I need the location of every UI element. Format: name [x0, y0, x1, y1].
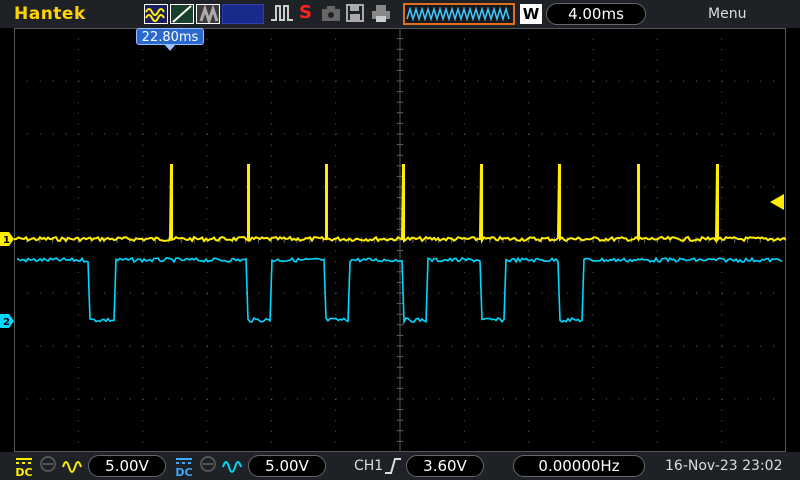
trigger-level-marker-icon[interactable]: [770, 194, 784, 210]
ch1-marker-label: 1: [3, 235, 10, 246]
print-icon[interactable]: [370, 3, 392, 27]
acquisition-mode-badge[interactable]: W: [520, 4, 542, 24]
save-icon[interactable]: [345, 3, 365, 27]
ch2-bandwidth-icon[interactable]: [198, 455, 218, 477]
trigger-position-readout[interactable]: 22.80ms: [136, 28, 204, 45]
ch1-coupling-label: DC: [15, 466, 33, 479]
timebase-value[interactable]: 4.00ms: [546, 3, 646, 25]
ch1-bandwidth-icon[interactable]: [38, 455, 58, 477]
slope-icon[interactable]: [170, 4, 194, 24]
ch2-marker-icon[interactable]: 2: [0, 314, 14, 328]
screenshot-icon[interactable]: [320, 3, 342, 27]
ch2-probe-icon[interactable]: [222, 455, 244, 477]
ch1-probe-icon[interactable]: [62, 455, 84, 477]
ch1-marker-icon[interactable]: 1: [0, 232, 14, 246]
brand-logo: Hantek: [14, 4, 86, 24]
ch2-volts-div[interactable]: 5.00V: [248, 455, 326, 477]
ch1-volts-div[interactable]: 5.00V: [88, 455, 166, 477]
roll-icon[interactable]: [196, 4, 220, 26]
stop-icon[interactable]: S: [299, 2, 312, 23]
timebase-waveform-preview[interactable]: [403, 3, 515, 25]
bottom-status-bar: DC 5.00V DC 5.00V CH1 3.60V 0.00000Hz 16…: [0, 452, 800, 480]
ch2-marker-label: 2: [3, 317, 10, 328]
waveform-icon[interactable]: [270, 3, 294, 27]
ch2-coupling-label: DC: [175, 466, 193, 479]
trigger-slope-icon[interactable]: [384, 456, 402, 480]
datetime: 16-Nov-23 23:02: [665, 458, 783, 474]
frequency-readout: 0.00000Hz: [513, 455, 645, 477]
channel-wave-icon[interactable]: [144, 4, 168, 24]
trigger-position-marker-icon: [164, 44, 176, 51]
waveform-display: [14, 28, 786, 452]
trigger-source[interactable]: CH1: [354, 458, 383, 474]
top-toolbar: Hantek S W 4.00ms Menu: [0, 0, 800, 28]
ch1-coupling-icon[interactable]: DC: [14, 456, 34, 479]
trigger-level[interactable]: 3.60V: [406, 455, 484, 477]
ch2-coupling-icon[interactable]: DC: [174, 456, 194, 479]
menu-button[interactable]: Menu: [708, 6, 746, 22]
status-indicator: [222, 4, 264, 24]
